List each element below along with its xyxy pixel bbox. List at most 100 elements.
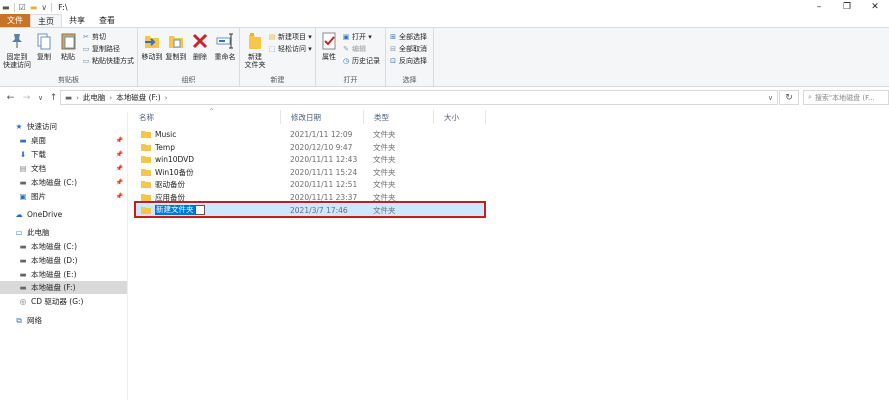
new-item-label: 新建项目 ▾ <box>278 32 312 41</box>
select-none-button[interactable]: ⊟ 全部取消 <box>389 43 427 54</box>
tab-home[interactable]: 主页 <box>30 14 62 27</box>
nav-quick-access[interactable]: ★ 快速访问 <box>0 120 127 133</box>
tab-file[interactable]: 文件 <box>0 14 30 27</box>
breadcrumb-this-pc[interactable]: 此电脑 <box>83 92 106 103</box>
rename-button[interactable]: 重命名 <box>212 31 238 61</box>
breadcrumb-separator-icon[interactable]: › <box>76 94 79 102</box>
nav-this-pc[interactable]: ▭ 此电脑 <box>0 226 127 239</box>
move-to-button[interactable]: 移动到 <box>141 31 163 61</box>
select-group: ⊞ 全部选择 ⊟ 全部取消 ⊡ 反向选择 选择 <box>386 28 434 86</box>
file-name: 驱动备份 <box>155 179 185 189</box>
qat-divider-2 <box>51 2 53 12</box>
drive-icon: ▬ <box>19 178 27 187</box>
nav-label: 本地磁盘 (C:) <box>31 178 77 187</box>
move-to-label: 移动到 <box>141 53 163 61</box>
nav-drive-c[interactable]: ▬ 本地磁盘 (C:) <box>0 240 127 253</box>
tab-share[interactable]: 共享 <box>62 14 92 27</box>
invert-selection-button[interactable]: ⊡ 反向选择 <box>389 55 427 66</box>
paste-shortcut-label: 粘贴快捷方式 <box>92 56 134 65</box>
pin-to-quick-access-button[interactable]: 固定到 快速访问 <box>3 31 31 69</box>
pin-icon[interactable]: 📌 <box>116 165 123 172</box>
recent-locations-chevron-icon[interactable]: ∨ <box>34 94 47 102</box>
paste-button[interactable]: 粘贴 <box>57 31 79 61</box>
file-type: 文件夹 <box>373 142 396 152</box>
tab-view[interactable]: 查看 <box>92 14 122 27</box>
new-item-button[interactable]: ▤ 新建项目 ▾ <box>268 31 312 42</box>
breadcrumb-separator-icon[interactable]: › <box>109 94 112 102</box>
breadcrumb-separator-icon[interactable]: › <box>165 94 168 102</box>
select-all-button[interactable]: ⊞ 全部选择 <box>389 31 427 42</box>
back-arrow-icon[interactable]: ← <box>4 93 17 103</box>
folder-icon <box>141 144 151 151</box>
up-arrow-icon[interactable]: ↑ <box>47 93 60 103</box>
pin-icon[interactable]: 📌 <box>116 179 123 186</box>
open-button[interactable]: ▣ 打开 ▾ <box>342 31 372 42</box>
search-input[interactable]: ⌕ 搜索"本地磁盘 (F... <box>803 90 889 105</box>
cut-button[interactable]: ✂ 剪切 <box>82 31 106 42</box>
easy-access-button[interactable]: ⬚ 轻松访问 ▾ <box>268 43 312 54</box>
column-header-type[interactable]: 类型 <box>364 110 434 124</box>
properties-qat-icon[interactable]: ☑ <box>19 3 26 12</box>
copy-to-button[interactable]: 复制到 <box>165 31 187 61</box>
window-menu-icon[interactable]: ▬ <box>2 3 10 12</box>
nav-drive-e[interactable]: ▬ 本地磁盘 (E:) <box>0 268 127 281</box>
nav-onedrive[interactable]: ☁ OneDrive <box>0 208 127 221</box>
nav-desktop[interactable]: ▬ 桌面 📌 <box>0 134 127 147</box>
column-header-date[interactable]: 修改日期 <box>281 110 364 124</box>
copy-path-button[interactable]: ▭ 复制路径 <box>82 43 120 54</box>
nav-downloads[interactable]: ⬇ 下载 📌 <box>0 148 127 161</box>
address-dropdown-chevron-icon[interactable]: ∨ <box>768 94 773 102</box>
nav-label: 此电脑 <box>27 228 50 237</box>
table-row[interactable]: Win10备份 2020/11/11 15:24 文件夹 <box>135 166 485 178</box>
file-date: 2020/12/10 9:47 <box>290 142 353 152</box>
nav-documents[interactable]: ▤ 文档 📌 <box>0 162 127 175</box>
table-row[interactable]: Temp 2020/12/10 9:47 文件夹 <box>135 141 485 153</box>
paste-icon <box>58 31 78 51</box>
nav-label: 快速访问 <box>27 122 57 131</box>
minimize-button[interactable]: – <box>805 0 833 14</box>
delete-button[interactable]: 删除 <box>190 31 210 61</box>
drive-icon: ▬ <box>19 283 27 292</box>
nav-local-disk-c-quick[interactable]: ▬ 本地磁盘 (C:) 📌 <box>0 176 127 189</box>
pin-label-2: 快速访问 <box>3 61 31 69</box>
delete-x-icon <box>190 31 210 51</box>
paste-shortcut-button[interactable]: ▭ 粘贴快捷方式 <box>82 55 134 66</box>
new-group: 新建 文件夹 ▤ 新建项目 ▾ ⬚ 轻松访问 ▾ 新建 <box>240 28 316 86</box>
nav-pictures[interactable]: ▣ 图片 📌 <box>0 190 127 203</box>
breadcrumb-drive-f[interactable]: 本地磁盘 (F:) <box>116 92 161 103</box>
table-row[interactable]: 驱动备份 2020/11/11 12:51 文件夹 <box>135 178 485 190</box>
organize-group: 移动到 复制到 删除 重命名 组织 <box>138 28 240 86</box>
forward-arrow-icon[interactable]: → <box>20 93 33 103</box>
nav-drive-d[interactable]: ▬ 本地磁盘 (D:) <box>0 254 127 267</box>
table-row[interactable]: win10DVD 2020/11/11 12:43 文件夹 <box>135 153 485 165</box>
cloud-icon: ☁ <box>15 210 23 219</box>
nav-label: 本地磁盘 (E:) <box>31 270 77 279</box>
copy-to-label: 复制到 <box>165 53 187 61</box>
pin-icon[interactable]: 📌 <box>116 193 123 200</box>
copy-button[interactable]: 复制 <box>34 31 54 61</box>
nav-network[interactable]: ⧉ 网络 <box>0 314 127 327</box>
close-button[interactable]: ✕ <box>861 0 889 14</box>
maximize-button[interactable]: ❐ <box>833 0 861 14</box>
customize-qat-icon[interactable]: ∨ <box>41 3 47 12</box>
column-header-name[interactable]: 名称 <box>129 110 281 124</box>
nav-label: OneDrive <box>27 210 63 219</box>
nav-label: 桌面 <box>31 136 46 145</box>
history-button[interactable]: ◷ 历史记录 <box>342 55 380 66</box>
refresh-button[interactable]: ↻ <box>779 90 799 105</box>
properties-button[interactable]: 属性 <box>318 31 340 61</box>
pin-icon[interactable]: 📌 <box>116 151 123 158</box>
nav-drive-f[interactable]: ▬ 本地磁盘 (F:) <box>0 281 127 294</box>
pin-icon[interactable]: 📌 <box>116 137 123 144</box>
edit-button[interactable]: ✎ 编辑 <box>342 43 366 54</box>
document-icon: ▤ <box>19 164 27 173</box>
address-bar[interactable]: ▬ › 此电脑 › 本地磁盘 (F:) › ∨ <box>60 90 778 105</box>
column-header-size[interactable]: 大小 <box>434 110 486 124</box>
select-none-label: 全部取消 <box>399 44 427 53</box>
new-folder-button[interactable]: 新建 文件夹 <box>242 31 268 69</box>
new-folder-qat-icon[interactable]: ▬ <box>30 3 38 12</box>
new-folder-icon <box>245 31 265 51</box>
nav-drive-g[interactable]: ◎ CD 驱动器 (G:) <box>0 295 127 308</box>
table-row[interactable]: Music 2021/1/11 12:09 文件夹 <box>135 128 485 140</box>
file-name: Temp <box>155 142 175 152</box>
